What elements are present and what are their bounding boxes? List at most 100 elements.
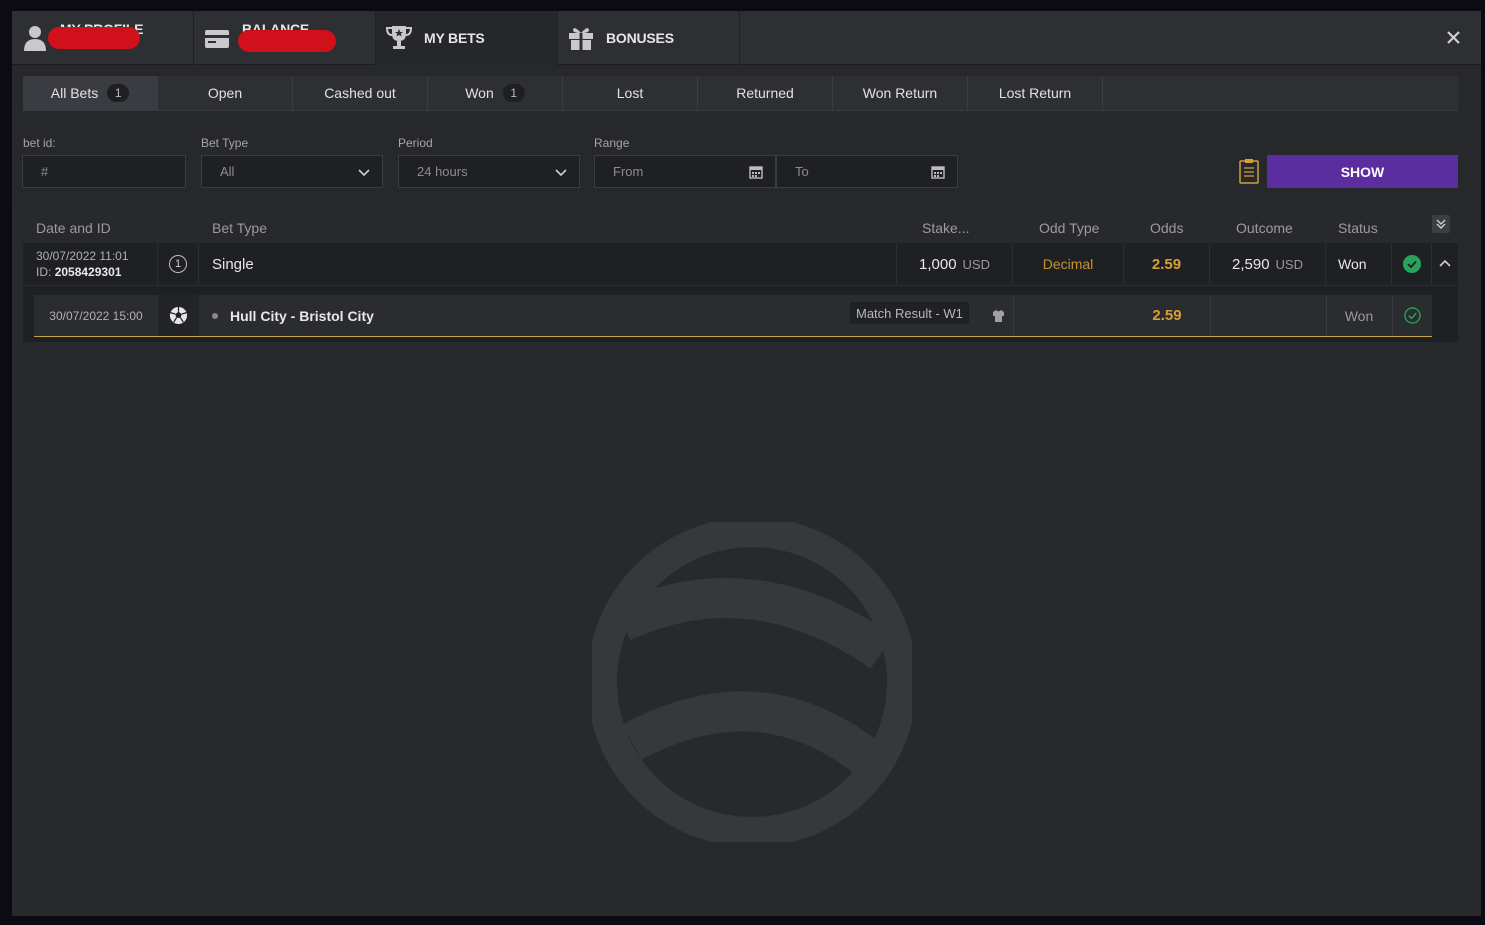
tab-bonuses-label: BONUSES xyxy=(606,30,674,46)
count-badge: 1 xyxy=(502,84,525,102)
bet-filter-tabs: All Bets 1 Open Cashed out Won 1 Lost Re… xyxy=(23,76,1458,111)
filter-tab-lost-return[interactable]: Lost Return xyxy=(968,76,1103,110)
chevron-up-icon xyxy=(1439,259,1451,267)
calendar-icon[interactable] xyxy=(931,165,945,179)
filter-tab-label: Won Return xyxy=(862,85,938,101)
bet-status-icon-cell xyxy=(1392,243,1432,285)
gift-icon xyxy=(566,23,596,53)
check-circle-outline-icon xyxy=(1404,307,1421,324)
bet-id-label: bet id: xyxy=(23,136,56,150)
period-value: 24 hours xyxy=(417,164,468,179)
bet-stake-value: 1,000 xyxy=(919,255,957,273)
trophy-icon xyxy=(384,23,414,53)
check-circle-icon xyxy=(1402,255,1421,273)
soccer-ball-icon xyxy=(169,306,188,325)
header-stake: Stake... xyxy=(922,220,970,236)
range-from-input[interactable]: From xyxy=(594,155,776,188)
top-nav: MY PROFILE BALANCE MY BETS BONUSES xyxy=(12,11,1481,65)
bet-details: 30/07/2022 15:00 Hull City - Bristol Cit… xyxy=(23,286,1458,342)
expand-all-button[interactable] xyxy=(1432,215,1450,233)
period-select[interactable]: 24 hours xyxy=(398,155,580,188)
logo-watermark-icon xyxy=(592,522,912,842)
header-date-id: Date and ID xyxy=(36,220,111,236)
header-odds: Odds xyxy=(1150,220,1184,236)
bet-odd-type: Decimal xyxy=(1013,243,1124,285)
event-status-icon-cell xyxy=(1392,295,1432,336)
event-datetime: 30/07/2022 15:00 xyxy=(49,308,143,323)
wallet-icon xyxy=(202,23,232,53)
filter-tab-won[interactable]: Won 1 xyxy=(428,76,563,110)
tab-bonuses[interactable]: BONUSES xyxy=(558,11,740,65)
header-odd-type: Odd Type xyxy=(1039,220,1100,236)
bet-count-circle: 1 xyxy=(169,255,187,273)
close-button[interactable] xyxy=(1443,27,1463,47)
chevron-down-icon xyxy=(555,169,567,177)
event-sport-cell xyxy=(158,295,199,336)
header-status: Status xyxy=(1338,220,1378,236)
filter-tab-label: Open xyxy=(207,85,243,101)
filter-tab-returned[interactable]: Returned xyxy=(698,76,833,110)
tab-my-bets-label: MY BETS xyxy=(424,30,485,46)
count-badge: 1 xyxy=(107,84,130,102)
filter-tab-label: Lost xyxy=(616,85,644,101)
event-status: Won xyxy=(1344,307,1374,324)
bet-date-id-cell: 30/07/2022 11:01 ID: 2058429301 xyxy=(23,243,158,285)
close-icon xyxy=(1446,30,1460,44)
shirt-info-icon xyxy=(992,309,1004,322)
event-market: Match Result - W1 xyxy=(850,302,969,324)
tab-balance[interactable]: BALANCE xyxy=(194,11,376,65)
range-label: Range xyxy=(594,136,630,150)
stake-currency: USD xyxy=(962,256,990,272)
bet-odds: 2.59 xyxy=(1124,243,1210,285)
filter-tab-lost[interactable]: Lost xyxy=(563,76,698,110)
tab-my-profile[interactable]: MY PROFILE xyxy=(12,11,194,65)
divider xyxy=(1210,295,1211,336)
event-bullet xyxy=(212,295,220,336)
bet-type-value: Single xyxy=(199,243,897,285)
chevron-down-icon xyxy=(358,169,370,177)
range-to-placeholder: To xyxy=(795,164,809,179)
bet-status: Won xyxy=(1326,243,1392,285)
redaction-mark xyxy=(48,27,140,49)
bet-id-value: 2058429301 xyxy=(54,265,122,279)
range-to-input[interactable]: To xyxy=(776,155,958,188)
collapse-row-button[interactable] xyxy=(1432,243,1458,285)
bet-stake-cell: 1,000 USD xyxy=(897,243,1013,285)
bet-type-select[interactable]: All xyxy=(201,155,383,188)
bet-outcome-cell: 2,590 USD xyxy=(1210,243,1326,285)
outcome-currency: USD xyxy=(1275,256,1303,272)
tab-my-bets[interactable]: MY BETS xyxy=(376,11,558,65)
redaction-mark xyxy=(238,30,336,52)
bet-row[interactable]: 30/07/2022 11:01 ID: 2058429301 1 Single… xyxy=(23,243,1458,286)
bet-outcome-value: 2,590 xyxy=(1232,255,1270,273)
calendar-icon[interactable] xyxy=(749,165,763,179)
filter-tab-all-bets[interactable]: All Bets 1 xyxy=(23,76,158,110)
user-icon xyxy=(20,23,50,53)
event-name: Hull City - Bristol City xyxy=(230,307,374,324)
double-chevron-down-icon xyxy=(1436,219,1446,229)
filter-tab-won-return[interactable]: Won Return xyxy=(833,76,968,110)
bullet-dot xyxy=(212,312,218,319)
event-row[interactable]: 30/07/2022 15:00 Hull City - Bristol Cit… xyxy=(34,295,1432,337)
filter-tab-label: Cashed out xyxy=(324,85,396,101)
bet-id-line: ID: 2058429301 xyxy=(36,265,121,279)
filter-tab-label: Returned xyxy=(736,85,794,101)
table-header: Date and ID Bet Type Stake... Odd Type O… xyxy=(23,214,1458,242)
event-odds: 2.59 xyxy=(1152,307,1182,324)
my-bets-modal: MY PROFILE BALANCE MY BETS BONUSES xyxy=(12,11,1481,916)
bet-id-input[interactable]: # xyxy=(22,155,186,188)
divider xyxy=(1013,295,1014,336)
filter-tab-label: All Bets xyxy=(50,85,99,101)
bet-type-label: Bet Type xyxy=(201,136,249,150)
bets-table: Date and ID Bet Type Stake... Odd Type O… xyxy=(12,202,1481,916)
header-bet-type: Bet Type xyxy=(212,220,268,236)
filter-tab-label: Won xyxy=(465,85,494,101)
bet-id-prefix: ID: xyxy=(36,265,52,279)
filter-panel: All Bets 1 Open Cashed out Won 1 Lost Re… xyxy=(12,66,1481,190)
bet-datetime: 30/07/2022 11:01 xyxy=(36,249,129,263)
filter-tab-open[interactable]: Open xyxy=(158,76,293,110)
show-button[interactable]: SHOW xyxy=(1267,155,1458,188)
clipboard-icon[interactable] xyxy=(1239,158,1259,189)
event-info-cell[interactable] xyxy=(983,295,1013,336)
filter-tab-cashed-out[interactable]: Cashed out xyxy=(293,76,428,110)
